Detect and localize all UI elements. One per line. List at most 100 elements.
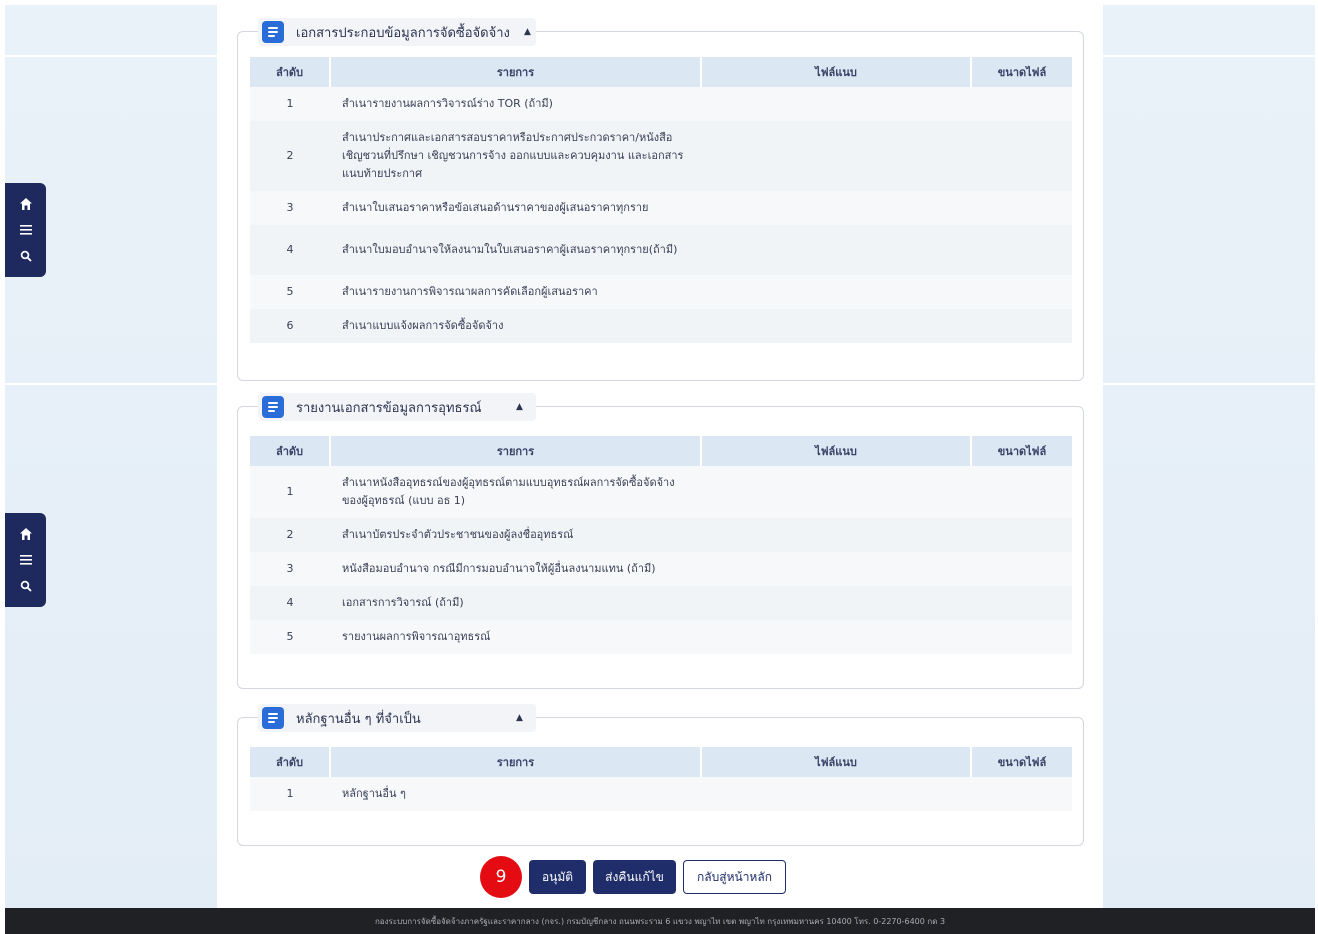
column-header-no: ลำดับ	[250, 57, 331, 87]
row-size	[971, 191, 1072, 225]
section-title: หลักฐานอื่น ๆ ที่จำเป็น	[296, 711, 421, 727]
home-icon[interactable]	[18, 526, 34, 542]
row-size	[971, 225, 1072, 275]
row-item: สำเนาใบมอบอำนาจให้ลงนามในใบเสนอราคาผู้เส…	[342, 243, 678, 256]
row-file	[701, 518, 971, 552]
documents-table: ลำดับ รายการ ไฟล์แนบ ขนาดไฟล์ 1 สำเนาหนั…	[250, 436, 1072, 654]
row-size	[971, 466, 1072, 518]
column-header-file: ไฟล์แนบ	[701, 436, 972, 466]
row-number: 5	[286, 285, 294, 298]
table-row: 4 สำเนาใบมอบอำนาจให้ลงนามในใบเสนอราคาผู้…	[250, 225, 1072, 275]
row-item: สำเนาแบบแจ้งผลการจัดซื้อจัดจ้าง	[342, 319, 504, 332]
caret-up-icon[interactable]: ▲	[516, 713, 523, 723]
table-row: 1 หลักฐานอื่น ๆ	[250, 777, 1072, 811]
action-buttons: 9 อนุมัติ ส่งคืนแก้ไข กลับสู่หน้าหลัก	[0, 856, 1318, 898]
row-item: รายงานผลการพิจารณาอุทธรณ์	[342, 630, 491, 643]
background-right-panel	[1103, 5, 1315, 908]
row-file	[701, 87, 971, 121]
row-item: สำเนาบัตรประจำตัวประชาชนของผู้ลงชื่ออุทธ…	[342, 528, 574, 541]
row-size	[971, 552, 1072, 586]
row-file	[701, 552, 971, 586]
row-item: เอกสารการวิจารณ์ (ถ้ามี)	[342, 596, 464, 609]
row-size	[971, 518, 1072, 552]
row-number: 3	[286, 562, 294, 575]
row-item: สำเนาประกาศและเอกสารสอบราคาหรือประกาศประ…	[342, 131, 684, 180]
table-row: 3 หนังสือมอบอำนาจ กรณีมีการมอบอำนาจให้ผู…	[250, 552, 1072, 586]
list-icon	[262, 396, 284, 418]
approve-button[interactable]: อนุมัติ	[529, 860, 586, 894]
row-size	[971, 777, 1072, 811]
row-number: 2	[286, 149, 294, 162]
row-item: สำเนารายงานการพิจารณาผลการคัดเลือกผู้เสน…	[342, 285, 598, 298]
row-item: หลักฐานอื่น ๆ	[342, 787, 406, 800]
table-row: 3 สำเนาใบเสนอราคาหรือข้อเสนอด้านราคาของผ…	[250, 191, 1072, 225]
row-size	[971, 620, 1072, 654]
column-header-size: ขนาดไฟล์	[971, 57, 1072, 87]
column-header-size: ขนาดไฟล์	[971, 436, 1072, 466]
section-header[interactable]: เอกสารประกอบข้อมูลการจัดซื้อจัดจ้าง ▲	[258, 18, 536, 46]
table-row: 2 สำเนาบัตรประจำตัวประชาชนของผู้ลงชื่ออุ…	[250, 518, 1072, 552]
row-item: หนังสือมอบอำนาจ กรณีมีการมอบอำนาจให้ผู้อ…	[342, 562, 656, 575]
home-icon[interactable]	[18, 196, 34, 212]
other-evidence-section: หลักฐานอื่น ๆ ที่จำเป็น ▲ ลำดับ รายการ ไ…	[237, 704, 1084, 846]
row-number: 4	[286, 243, 294, 256]
table-row: 1 สำเนาหนังสืออุทธรณ์ของผู้อุทธรณ์ตามแบบ…	[250, 466, 1072, 518]
step-badge: 9	[480, 856, 522, 898]
table-row: 4 เอกสารการวิจารณ์ (ถ้ามี)	[250, 586, 1072, 620]
row-number: 2	[286, 528, 294, 541]
column-header-item: รายการ	[330, 747, 702, 777]
search-icon[interactable]	[18, 248, 34, 264]
column-header-no: ลำดับ	[250, 436, 331, 466]
row-size	[971, 121, 1072, 191]
row-file	[701, 121, 971, 191]
table-row: 1 สำเนารายงานผลการวิจารณ์ร่าง TOR (ถ้ามี…	[250, 87, 1072, 121]
column-header-size: ขนาดไฟล์	[971, 747, 1072, 777]
column-header-file: ไฟล์แนบ	[701, 57, 972, 87]
row-file	[701, 309, 971, 343]
row-number: 4	[286, 596, 294, 609]
caret-up-icon[interactable]: ▲	[516, 402, 523, 412]
row-file	[701, 466, 971, 518]
row-number: 6	[286, 319, 294, 332]
row-number: 5	[286, 630, 294, 643]
table-row: 5 รายงานผลการพิจารณาอุทธรณ์	[250, 620, 1072, 654]
section-header[interactable]: รายงานเอกสารข้อมูลการอุทธรณ์ ▲	[258, 393, 536, 421]
procurement-documents-section: เอกสารประกอบข้อมูลการจัดซื้อจัดจ้าง ▲ ลำ…	[237, 18, 1084, 381]
section-title: รายงานเอกสารข้อมูลการอุทธรณ์	[296, 400, 482, 416]
row-size	[971, 586, 1072, 620]
menu-icon[interactable]	[18, 222, 34, 238]
caret-up-icon[interactable]: ▲	[524, 27, 531, 37]
row-size	[971, 309, 1072, 343]
section-header[interactable]: หลักฐานอื่น ๆ ที่จำเป็น ▲	[258, 704, 536, 732]
send-back-button[interactable]: ส่งคืนแก้ไข	[593, 860, 676, 894]
documents-table: ลำดับ รายการ ไฟล์แนบ ขนาดไฟล์ 1 หลักฐานอ…	[250, 747, 1072, 811]
background-left-panel	[5, 5, 217, 908]
row-file	[701, 225, 971, 275]
table-row: 5 สำเนารายงานการพิจารณาผลการคัดเลือกผู้เ…	[250, 275, 1072, 309]
row-item: สำเนารายงานผลการวิจารณ์ร่าง TOR (ถ้ามี)	[342, 97, 553, 110]
search-icon[interactable]	[18, 578, 34, 594]
table-row: 6 สำเนาแบบแจ้งผลการจัดซื้อจัดจ้าง	[250, 309, 1072, 343]
side-toolbar	[5, 183, 46, 277]
column-header-file: ไฟล์แนบ	[701, 747, 972, 777]
column-header-item: รายการ	[330, 436, 702, 466]
footer-text: กองระบบการจัดซื้อจัดจ้างภาครัฐและราคากลา…	[374, 916, 946, 926]
column-header-item: รายการ	[330, 57, 702, 87]
menu-icon[interactable]	[18, 552, 34, 568]
row-file	[701, 777, 971, 811]
footer: กองระบบการจัดซื้อจัดจ้างภาครัฐและราคากลา…	[5, 908, 1315, 934]
row-size	[971, 87, 1072, 121]
row-number: 1	[286, 97, 294, 110]
back-home-button[interactable]: กลับสู่หน้าหลัก	[683, 860, 786, 894]
row-file	[701, 191, 971, 225]
column-header-no: ลำดับ	[250, 747, 331, 777]
row-file	[701, 620, 971, 654]
row-number: 3	[286, 201, 294, 214]
row-size	[971, 275, 1072, 309]
row-number: 1	[286, 485, 294, 498]
list-icon	[262, 21, 284, 43]
row-number: 1	[286, 787, 294, 800]
row-file	[701, 586, 971, 620]
row-file	[701, 275, 971, 309]
appeal-documents-section: รายงานเอกสารข้อมูลการอุทธรณ์ ▲ ลำดับ ราย…	[237, 393, 1084, 689]
